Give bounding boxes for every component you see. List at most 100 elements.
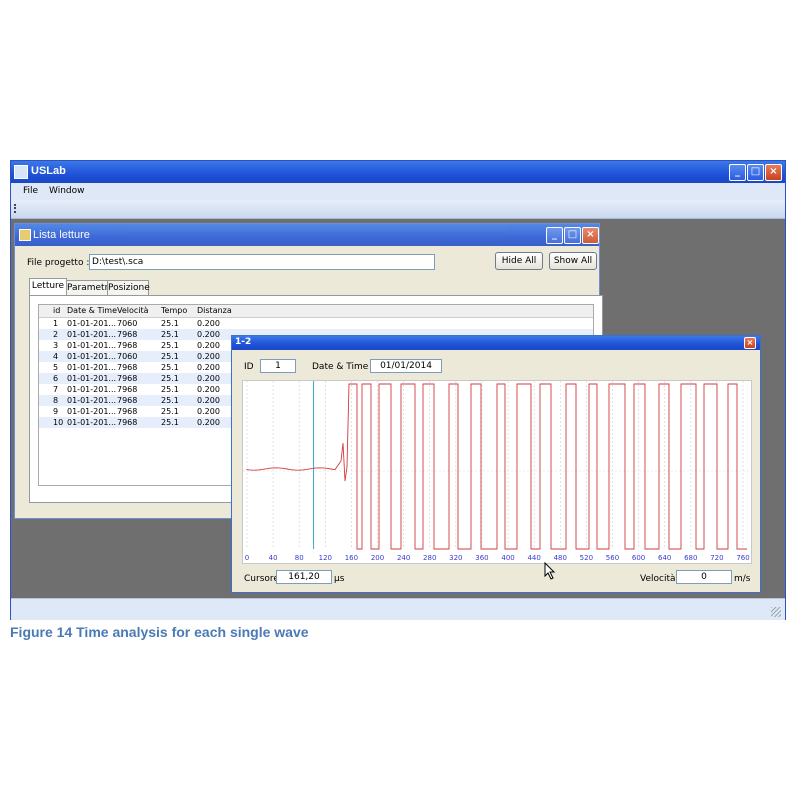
cell-distanza: 0.200 xyxy=(197,363,220,372)
lista-maximize-icon[interactable]: □ xyxy=(564,227,581,244)
tab-letture[interactable]: Letture xyxy=(29,278,67,295)
cell-datetime: 01-01-201... xyxy=(67,330,117,339)
close-icon[interactable]: × xyxy=(765,164,782,181)
x-tick-label: 640 xyxy=(658,554,671,562)
x-tick-label: 520 xyxy=(580,554,593,562)
file-progetto-input[interactable]: D:\test\.sca xyxy=(89,254,435,270)
cell-velocita: 7968 xyxy=(117,396,138,405)
toolbar xyxy=(11,200,785,219)
tab-parametri[interactable]: Parametri xyxy=(66,280,111,295)
id-label: ID xyxy=(244,362,254,372)
cell-tempo: 25.1 xyxy=(161,341,179,350)
cell-distanza: 0.200 xyxy=(197,418,220,427)
cell-distanza: 0.200 xyxy=(197,341,220,350)
main-title-bar[interactable]: USLab _ □ × xyxy=(11,161,785,183)
x-tick-label: 120 xyxy=(319,554,332,562)
cell-datetime: 01-01-201... xyxy=(67,363,117,372)
minimize-icon[interactable]: _ xyxy=(729,164,746,181)
wave-title: 1-2 xyxy=(235,337,252,347)
col-datetime-header[interactable]: Date & Time xyxy=(67,305,117,317)
cell-datetime: 01-01-201... xyxy=(67,319,117,328)
resize-grip-icon[interactable] xyxy=(771,607,781,617)
col-id-header[interactable]: id xyxy=(53,305,60,317)
cell-velocita: 7968 xyxy=(117,363,138,372)
x-tick-label: 480 xyxy=(554,554,567,562)
cell-velocita: 7060 xyxy=(117,319,138,328)
cell-velocita: 7968 xyxy=(117,407,138,416)
cell-tempo: 25.1 xyxy=(161,330,179,339)
app-icon xyxy=(14,165,28,179)
cell-tempo: 25.1 xyxy=(161,363,179,372)
x-tick-label: 0 xyxy=(245,554,249,562)
cell-velocita: 7968 xyxy=(117,330,138,339)
cell-id: 10 xyxy=(53,418,64,427)
cell-id: 1 xyxy=(53,319,59,328)
waveform-plot[interactable]: 0 40 80 120 160 200 240 280 320 360 400 440 480 520 56… xyxy=(242,380,752,564)
x-tick-label: 320 xyxy=(449,554,462,562)
col-tempo-header[interactable]: Tempo xyxy=(161,305,187,317)
tab-posizione[interactable]: Posizione xyxy=(107,280,150,295)
velocita-field[interactable]: 0 xyxy=(676,570,732,584)
x-tick-label: 160 xyxy=(345,554,358,562)
col-distanza-header[interactable]: Distanza xyxy=(197,305,232,317)
cell-tempo: 25.1 xyxy=(161,385,179,394)
lista-title-bar[interactable]: Lista letture _ □ × xyxy=(15,224,599,246)
cell-id: 3 xyxy=(53,341,59,350)
cell-id: 2 xyxy=(53,330,59,339)
x-tick-label: 680 xyxy=(684,554,697,562)
x-tick-label: 600 xyxy=(632,554,645,562)
window-icon xyxy=(19,229,31,241)
col-velocita-header[interactable]: Velocità xyxy=(117,305,149,317)
cell-distanza: 0.200 xyxy=(197,407,220,416)
x-tick-label: 360 xyxy=(475,554,488,562)
x-tick-label: 40 xyxy=(269,554,278,562)
lista-minimize-icon[interactable]: _ xyxy=(546,227,563,244)
cell-datetime: 01-01-201... xyxy=(67,385,117,394)
cell-tempo: 25.1 xyxy=(161,374,179,383)
id-field[interactable]: 1 xyxy=(260,359,296,373)
x-tick-label: 560 xyxy=(606,554,619,562)
table-row[interactable]: 1 01-01-201... 7060 25.1 0.200 xyxy=(39,318,593,329)
cell-datetime: 01-01-201... xyxy=(67,396,117,405)
cell-velocita: 7968 xyxy=(117,385,138,394)
menu-bar: File Window xyxy=(11,183,785,200)
cell-velocita: 7968 xyxy=(117,418,138,427)
cell-tempo: 25.1 xyxy=(161,319,179,328)
datetime-field[interactable]: 01/01/2014 xyxy=(370,359,442,373)
datetime-label: Date & Time : xyxy=(312,362,375,372)
cell-tempo: 25.1 xyxy=(161,352,179,361)
wave-close-icon[interactable]: × xyxy=(744,337,756,349)
cell-velocita: 7968 xyxy=(117,374,138,383)
cell-datetime: 01-01-201... xyxy=(67,352,117,361)
velocita-unit: m/s xyxy=(734,574,751,584)
cell-datetime: 01-01-201... xyxy=(67,341,117,350)
cell-id: 8 xyxy=(53,396,59,405)
cell-tempo: 25.1 xyxy=(161,407,179,416)
menu-file[interactable]: File xyxy=(23,186,38,196)
x-tick-label: 80 xyxy=(295,554,304,562)
cell-id: 4 xyxy=(53,352,59,361)
cell-distanza: 0.200 xyxy=(197,385,220,394)
app-title: USLab xyxy=(31,165,66,177)
cell-datetime: 01-01-201... xyxy=(67,374,117,383)
maximize-icon[interactable]: □ xyxy=(747,164,764,181)
cursore-unit: µs xyxy=(334,574,345,584)
cell-id: 5 xyxy=(53,363,59,372)
cell-distanza: 0.200 xyxy=(197,319,220,328)
cursore-field[interactable]: 161,20 xyxy=(276,570,332,584)
figure-caption: Figure 14 Time analysis for each single … xyxy=(10,624,309,640)
toolbar-grip-icon[interactable] xyxy=(14,204,18,213)
cell-velocita: 7968 xyxy=(117,341,138,350)
show-all-button[interactable]: Show All xyxy=(549,252,597,270)
file-progetto-label: File progetto : xyxy=(27,258,90,268)
wave-title-bar[interactable]: 1-2 × xyxy=(232,336,760,350)
cell-distanza: 0.200 xyxy=(197,396,220,405)
cell-distanza: 0.200 xyxy=(197,374,220,383)
lista-title: Lista letture xyxy=(33,229,90,241)
cell-datetime: 01-01-201... xyxy=(67,407,117,416)
waveform-svg[interactable]: 0 40 80 120 160 200 240 280 320 360 400 440 480 520 56… xyxy=(243,381,751,563)
lista-close-icon[interactable]: × xyxy=(582,227,599,244)
menu-window[interactable]: Window xyxy=(49,186,85,196)
hide-all-button[interactable]: Hide All xyxy=(495,252,543,270)
x-tick-label: 440 xyxy=(527,554,540,562)
